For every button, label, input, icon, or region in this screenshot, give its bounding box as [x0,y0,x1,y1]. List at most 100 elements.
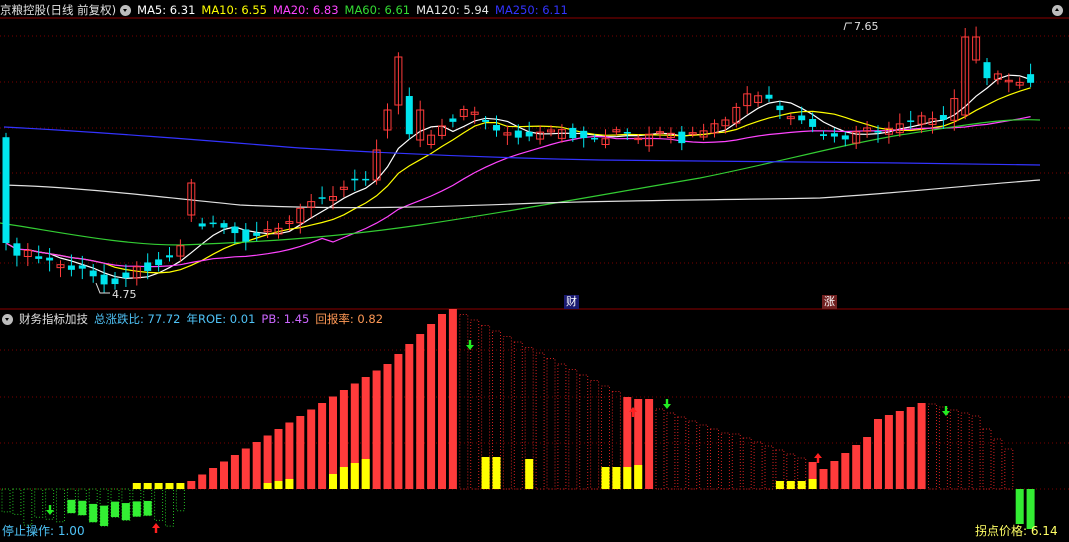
stock-name: 京粮控股 [0,3,46,17]
indicator-dotted-bar [579,374,589,490]
indicator-dotted-bar [677,416,687,490]
indicator-dotted-bars [1,314,1014,527]
indicator-red-bar [906,407,915,489]
finance-event-tag[interactable]: 财 [564,295,579,309]
indicator-dotted-bar [154,488,164,521]
candle-body [253,232,261,236]
indicator-red-bar [252,442,261,489]
dropdown-circle-icon[interactable] [2,313,13,325]
high-pointer [843,22,852,31]
candle-body [449,118,457,122]
dropdown-circle-icon[interactable] [120,4,132,16]
moving-average-lines [0,74,1041,279]
indicator-yellow-bar [329,474,337,489]
signal-arrows [46,340,950,533]
indicator-legend-items: 总涨跌比: 77.72 年ROE: 0.01 PB: 1.45 回报率: 0.82 [94,310,389,328]
buy-arrow-icon [814,453,822,463]
candle-body [405,96,413,135]
indicator-legend-item: 回报率: 0.82 [315,312,384,326]
indicator-yellow-bar [808,479,817,489]
candle-body [776,105,784,111]
candle-body [67,265,75,270]
rise-event-tag[interactable]: 涨 [822,295,837,309]
sell-arrow-icon [663,399,671,409]
candle-body [242,229,250,242]
candle-body [351,178,359,181]
candle-body [318,197,326,199]
ma-legend-item: MA5: 6.31 [137,3,196,17]
candle-body [939,115,947,120]
ma-legend-item: MA20: 6.83 [272,3,339,17]
indicator-red-bar [645,399,654,489]
indicator-red-bar [241,448,250,489]
indicator-yellow-bar [274,481,283,489]
indicator-yellow-bar [525,459,534,489]
indicator-red-bar [394,354,403,489]
indicator-red-bar [307,409,316,489]
low-pointer [95,282,110,294]
candle-body [830,133,838,137]
ma-legend-item: MA10: 6.55 [201,3,267,17]
low-price-label: 4.75 [112,288,137,301]
candle-body [209,222,217,225]
sell-arrow-icon [46,505,54,515]
indicator-yellow-bar [492,457,501,489]
indicator-red-bar [874,419,882,489]
indicator-red-bar [438,314,446,489]
candle-body [362,178,370,181]
candle-body [983,62,991,79]
candle-body [220,223,228,228]
indicator-green-bar [67,499,76,514]
indicator-red-bar [852,445,861,489]
indicator-green-bar [1015,489,1024,524]
indicator-red-bar [274,429,283,489]
indicator-dotted-bar [175,488,185,512]
collapse-circle-icon[interactable] [1052,5,1063,16]
indicator-yellow-bar [263,483,272,489]
candle-body [765,94,773,99]
indicator-dotted-bar [23,488,33,526]
candle-body [166,255,173,258]
candle-body [820,134,827,136]
indicator-legend-item: 总涨跌比: 77.72 [94,312,181,326]
candle-body [907,120,915,122]
indicator-yellow-bar [634,465,643,489]
indicator-dotted-bar [546,358,556,490]
ma120-line [3,179,1041,209]
indicator-dotted-bar [1004,448,1014,490]
indicator-red-bar [187,481,196,489]
indicator-dotted-bar [982,428,992,490]
candle-body [1027,74,1035,83]
indicator-red-bar [220,461,228,489]
indicator-red-bar [448,309,457,489]
indicator-red-bar [884,415,893,489]
candle-body [493,125,500,131]
indicator-green-bar [111,501,119,518]
candle-body [89,270,97,277]
indicator-red-bar [318,403,327,489]
indicator-yellow-bar [154,483,163,489]
period-label: (日线 前复权) [46,3,117,17]
high-price-label: 7.65 [854,20,879,33]
indicator-red-bar [230,455,239,489]
indicator-dotted-bar [34,488,44,518]
indicator-dotted-bar [513,341,523,490]
chart-canvas[interactable] [0,0,1069,542]
indicator-dotted-bar [666,412,676,490]
indicator-dotted-bar [535,352,545,490]
pivot-price-label: 拐点价格: 6.14 [975,524,1058,538]
candle-body [231,226,239,234]
candle-body [525,131,533,137]
indicator-red-bar [830,461,839,489]
indicator-dotted-bar [720,432,730,490]
indicator-red-bar [917,403,926,489]
indicator-red-bar [863,437,872,489]
indicator-dotted-bar [165,488,174,527]
indicator-dotted-bar [557,363,567,490]
candle-body [111,278,119,285]
ma5-line [5,74,1031,279]
indicator-legend: 财务指标加技 总涨跌比: 77.72 年ROE: 0.01 PB: 1.45 回报率:… [0,310,389,328]
indicator-dotted-bar [731,433,741,490]
candle-body [841,135,849,140]
buy-arrow-icon [152,523,160,533]
